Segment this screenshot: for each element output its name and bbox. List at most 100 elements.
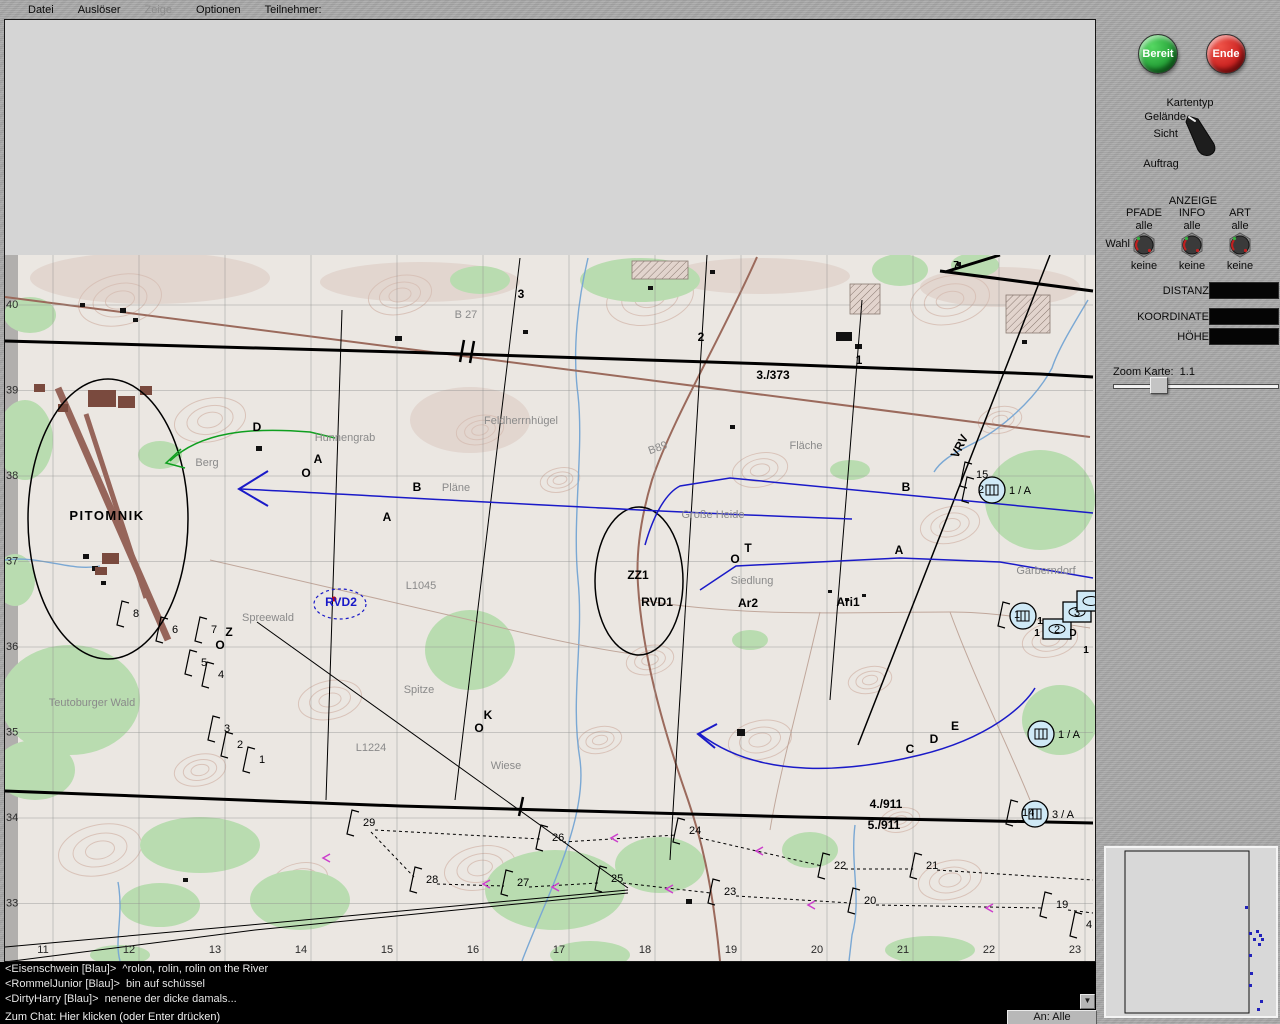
grid-number-x: 21 [897,944,909,956]
chat-message: <RommelJunior [Blau]> bin auf schüssel [0,977,1096,992]
map-label: Große Heide [682,509,745,521]
grid-number-y: 35 [6,727,18,739]
battle-position-number: 7 [211,624,217,636]
grid-number-x: 12 [123,944,135,956]
map-label: Siedlung [731,575,774,587]
grid-number-y: 39 [6,385,18,397]
map-label: E [951,719,959,733]
chat-prompt-text: Zum Chat: Hier klicken (oder Enter drück… [5,1011,220,1023]
grid-number-y: 38 [6,470,18,482]
menu-item-optionen[interactable]: Optionen [196,4,241,16]
unit-label: 1 / A [1058,729,1081,741]
battle-position-number: 2 [978,484,984,496]
chat-prompt-bar[interactable]: Zum Chat: Hier klicken (oder Enter drück… [0,1010,1007,1024]
battle-position-number: 19 [1056,899,1068,911]
grid-number-x: 23 [1069,944,1081,956]
readout-koordinate: KOORDINATE [1096,310,1280,326]
grid-number-x: 19 [725,944,737,956]
blank-map-margin [5,20,1095,255]
map-label: L1224 [356,742,387,754]
menu-item-teilnehmer[interactable]: Teilnehmer: [265,4,322,16]
battle-position-number: 29 [363,817,375,829]
kartentyp-lever[interactable] [1182,110,1226,158]
grid-number-x: 13 [209,944,221,956]
map-label: 7 [953,260,959,271]
zoom-value: 1.1 [1180,366,1195,378]
tactical-map[interactable]: 1 / A1 / A3 / A23 8675432129282726252423… [5,255,1095,961]
map-label: A [383,510,392,524]
kartentyp-option-gelaende[interactable]: Gelände [1134,111,1186,123]
rotary-knob-icon[interactable] [1179,232,1205,258]
readout-label: HÖHE [1177,331,1209,343]
map-label: Feldherrnhügel [484,415,558,427]
battle-position-number: 22 [834,860,846,872]
app-root: { "menu": { "items": [ {"label": "Datei"… [0,0,1280,1024]
grid-number-x: 20 [811,944,823,956]
map-left-margin [5,255,18,961]
kartentyp-option-sicht[interactable]: Sicht [1134,128,1178,140]
map-label: D [930,732,939,746]
map-label: B 27 [455,309,478,321]
battle-position-number: 14 [1022,807,1034,819]
knob-option-keine: keine [1120,260,1168,273]
battle-position-number: 15 [976,469,988,481]
knob-name: PFADE [1120,207,1168,220]
menu-item-datei[interactable]: Datei [28,4,54,16]
battle-position-number: 26 [552,832,564,844]
overview-minimap[interactable] [1104,846,1278,1018]
chat-recipient-button[interactable]: An: Alle [1007,1010,1097,1024]
rotary-knob-icon[interactable] [1131,232,1157,258]
auftrag-label[interactable]: Auftrag [1131,158,1191,170]
battle-position-number: 27 [517,877,529,889]
map-label: Spitze [404,684,435,696]
ready-button[interactable]: Bereit [1138,34,1178,74]
map-label: 3./373 [756,368,790,382]
end-button[interactable]: Ende [1206,34,1246,74]
grid-number-x: 16 [467,944,479,956]
map-label: B [413,480,422,494]
rotary-knob-icon[interactable] [1227,232,1253,258]
map-label: B [902,480,911,494]
grid-number-y: 34 [6,812,18,824]
map-label: Z [225,625,232,639]
map-label: RVD2 [325,595,357,609]
unit-icon[interactable] [1077,591,1095,611]
map-label: D [253,420,262,434]
map-label: O [215,638,224,652]
grid-number-y: 37 [6,556,18,568]
map-label: D [1069,628,1076,639]
menu-item-zeige: Zeige [144,4,172,16]
knob-name: ART [1216,207,1264,220]
zoom-slider-thumb[interactable] [1150,377,1168,394]
map-label: Spreewald [242,612,294,624]
battle-position-number: 23 [724,886,736,898]
battle-position-number: 8 [133,608,139,620]
map-label: O [301,466,310,480]
map-label: O [474,721,483,735]
control-panel: Bereit Ende Kartentyp Gelände Sicht Auft… [1096,0,1280,1024]
map-label: 1 [1037,616,1043,627]
zoom-slider-track[interactable] [1113,384,1279,389]
menu-item-auslser[interactable]: Auslöser [78,4,121,16]
readout-höhe: HÖHE [1096,330,1280,346]
readout-label: KOORDINATE [1137,311,1209,323]
battle-position-number: 2 [237,739,243,751]
map-label: 2 [698,330,705,344]
grid-number-x: 18 [639,944,651,956]
map-label: K [484,708,493,722]
unit-number: 2 [1054,624,1060,636]
anzeige-knob-info: INFOallekeine [1168,207,1216,273]
anzeige-knob-art: ARTallekeine [1216,207,1264,273]
chat-scroll-down-button[interactable]: ▼ [1080,994,1095,1009]
battle-position-number: 24 [689,825,701,837]
chat-message: <DirtyHarry [Blau]> nenene der dicke dam… [0,992,1096,1007]
readout-value-field [1209,328,1279,345]
chat-log[interactable]: <Eisenschwein [Blau]> ^rolon, rolin, rol… [0,962,1096,1010]
map-label: 1 [856,353,863,367]
battle-position-number: 1 [259,754,265,766]
grid-number-x: 14 [295,944,307,956]
map-label: 1 [1034,628,1040,639]
kartentyp-title: Kartentyp [1140,97,1240,109]
map-label: T [744,541,752,555]
map-label: ZZ1 [627,568,649,582]
